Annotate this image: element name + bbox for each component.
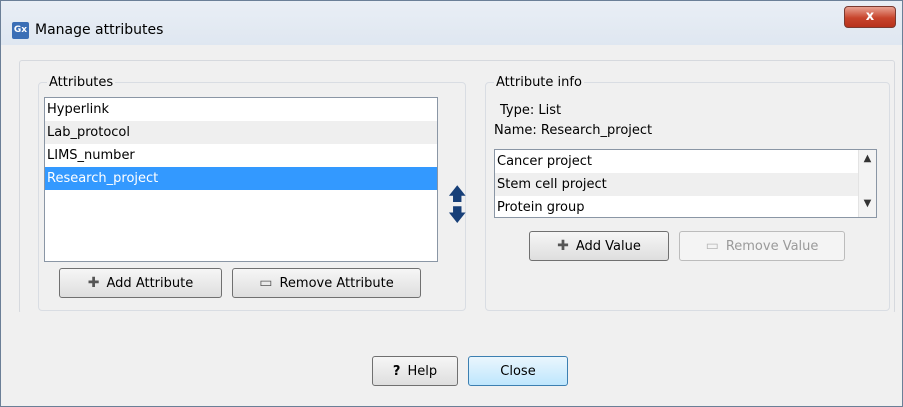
- close-button[interactable]: Close: [468, 356, 568, 386]
- scroll-up-icon[interactable]: ▲: [859, 153, 876, 164]
- add-attribute-label: Add Attribute: [106, 275, 194, 291]
- name-value: Research_project: [540, 123, 653, 138]
- app-icon: Gx: [12, 22, 29, 39]
- list-item[interactable]: Hyperlink: [45, 98, 437, 121]
- list-item[interactable]: Protein group: [495, 196, 876, 217]
- name-row: Name: Research_project: [494, 123, 652, 138]
- list-item[interactable]: Cancer project: [495, 150, 876, 173]
- minus-icon: ▭: [705, 238, 719, 254]
- type-row: Type: List: [500, 103, 561, 118]
- list-item-selected[interactable]: Research_project: [45, 167, 437, 190]
- values-list[interactable]: Cancer project Stem cell project Protein…: [494, 149, 877, 218]
- remove-attribute-label: Remove Attribute: [279, 275, 394, 291]
- close-window-button[interactable]: x: [844, 6, 896, 28]
- attribute-info-group-label: Attribute info: [494, 75, 584, 90]
- dialog-title: Manage attributes: [35, 22, 164, 38]
- attributes-list[interactable]: Hyperlink Lab_protocol LIMS_number Resea…: [44, 97, 438, 262]
- remove-value-button[interactable]: ▭ Remove Value: [679, 231, 845, 261]
- add-value-button[interactable]: ✚ Add Value: [529, 231, 669, 261]
- close-label: Close: [500, 363, 536, 379]
- add-value-label: Add Value: [575, 238, 641, 254]
- type-value: List: [538, 103, 562, 118]
- plus-icon: ✚: [557, 238, 569, 254]
- add-attribute-button[interactable]: ✚ Add Attribute: [59, 268, 222, 298]
- remove-attribute-button[interactable]: ▭ Remove Attribute: [232, 268, 421, 298]
- attributes-group-label: Attributes: [47, 75, 116, 90]
- dialog-body: Attributes Hyperlink Lab_protocol LIMS_n…: [19, 60, 895, 314]
- remove-value-label: Remove Value: [725, 238, 819, 254]
- values-scrollbar[interactable]: ▲ ▼: [858, 150, 876, 217]
- arrow-down-icon[interactable]: 🡇: [448, 203, 467, 233]
- list-item[interactable]: Stem cell project: [495, 173, 876, 196]
- name-label: Name:: [494, 123, 537, 138]
- minus-icon: ▭: [259, 275, 273, 291]
- plus-icon: ✚: [87, 275, 100, 291]
- scroll-down-icon[interactable]: ▼: [859, 198, 876, 209]
- help-icon: ?: [392, 363, 401, 379]
- manage-attributes-dialog: Gx Manage attributes x Attributes Hyperl…: [0, 0, 903, 407]
- title-bar: Gx Manage attributes x: [1, 1, 902, 45]
- help-button[interactable]: ? Help: [372, 356, 458, 386]
- help-label: Help: [407, 363, 438, 379]
- type-label: Type:: [500, 103, 535, 118]
- list-item[interactable]: Lab_protocol: [45, 121, 437, 144]
- list-item[interactable]: LIMS_number: [45, 144, 437, 167]
